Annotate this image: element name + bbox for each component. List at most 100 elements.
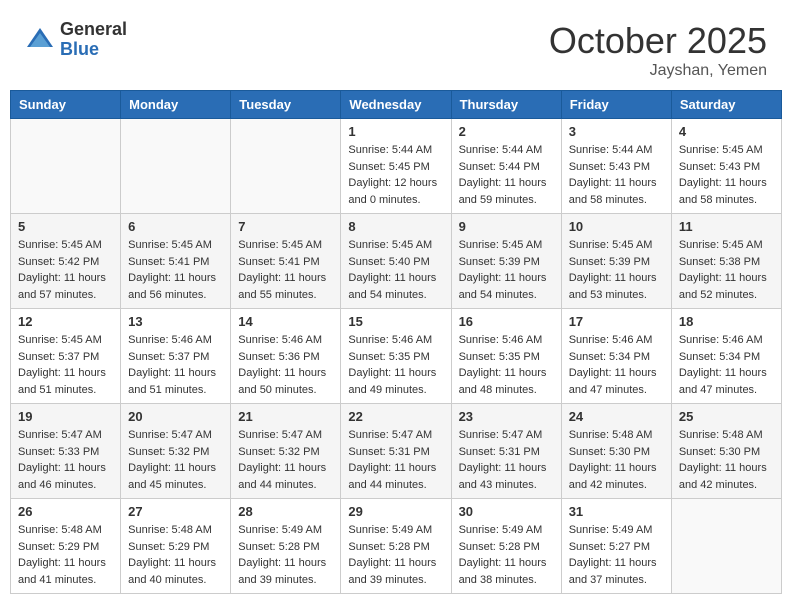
- calendar-cell: 21 Sunrise: 5:47 AMSunset: 5:32 PMDayligh…: [231, 404, 341, 499]
- day-number: 21: [238, 409, 333, 424]
- calendar-header-row: SundayMondayTuesdayWednesdayThursdayFrid…: [11, 91, 782, 119]
- day-number: 5: [18, 219, 113, 234]
- title-section: October 2025 Jayshan, Yemen: [549, 20, 767, 80]
- day-number: 29: [348, 504, 443, 519]
- day-number: 7: [238, 219, 333, 234]
- day-info: Sunrise: 5:45 AMSunset: 5:39 PMDaylight:…: [569, 237, 664, 303]
- day-number: 19: [18, 409, 113, 424]
- logo: General Blue: [25, 20, 127, 60]
- day-number: 12: [18, 314, 113, 329]
- calendar-cell: 7 Sunrise: 5:45 AMSunset: 5:41 PMDaylight…: [231, 214, 341, 309]
- calendar-cell: [231, 119, 341, 214]
- day-info: Sunrise: 5:47 AMSunset: 5:31 PMDaylight:…: [348, 427, 443, 493]
- calendar-cell: 25 Sunrise: 5:48 AMSunset: 5:30 PMDayligh…: [671, 404, 781, 499]
- day-number: 15: [348, 314, 443, 329]
- day-number: 16: [459, 314, 554, 329]
- calendar-cell: 22 Sunrise: 5:47 AMSunset: 5:31 PMDayligh…: [341, 404, 451, 499]
- calendar-cell: 6 Sunrise: 5:45 AMSunset: 5:41 PMDaylight…: [121, 214, 231, 309]
- day-info: Sunrise: 5:49 AMSunset: 5:27 PMDaylight:…: [569, 522, 664, 588]
- calendar-week-row: 26 Sunrise: 5:48 AMSunset: 5:29 PMDayligh…: [11, 499, 782, 594]
- calendar-table: SundayMondayTuesdayWednesdayThursdayFrid…: [10, 90, 782, 594]
- day-number: 28: [238, 504, 333, 519]
- day-number: 14: [238, 314, 333, 329]
- day-number: 18: [679, 314, 774, 329]
- calendar-cell: 2 Sunrise: 5:44 AMSunset: 5:44 PMDaylight…: [451, 119, 561, 214]
- day-number: 6: [128, 219, 223, 234]
- day-info: Sunrise: 5:48 AMSunset: 5:29 PMDaylight:…: [18, 522, 113, 588]
- logo-general-text: General: [60, 20, 127, 40]
- calendar-cell: 16Sunrise: 5:46 AMSunset: 5:35 PMDayligh…: [451, 309, 561, 404]
- logo-blue-text: Blue: [60, 40, 127, 60]
- calendar-week-row: 19 Sunrise: 5:47 AMSunset: 5:33 PMDayligh…: [11, 404, 782, 499]
- calendar-week-row: 5Sunrise: 5:45 AMSunset: 5:42 PMDaylight…: [11, 214, 782, 309]
- day-info: Sunrise: 5:44 AMSunset: 5:44 PMDaylight:…: [459, 142, 554, 208]
- day-info: Sunrise: 5:44 AMSunset: 5:43 PMDaylight:…: [569, 142, 664, 208]
- day-number: 8: [348, 219, 443, 234]
- day-info: Sunrise: 5:45 AMSunset: 5:39 PMDaylight:…: [459, 237, 554, 303]
- day-number: 4: [679, 124, 774, 139]
- day-number: 10: [569, 219, 664, 234]
- calendar-cell: 28 Sunrise: 5:49 AMSunset: 5:28 PMDayligh…: [231, 499, 341, 594]
- calendar-cell: 3 Sunrise: 5:44 AMSunset: 5:43 PMDaylight…: [561, 119, 671, 214]
- day-number: 17: [569, 314, 664, 329]
- calendar-cell: 10 Sunrise: 5:45 AMSunset: 5:39 PMDayligh…: [561, 214, 671, 309]
- page-header: General Blue October 2025 Jayshan, Yemen: [10, 10, 782, 85]
- calendar-cell: [121, 119, 231, 214]
- calendar-cell: 5Sunrise: 5:45 AMSunset: 5:42 PMDaylight…: [11, 214, 121, 309]
- day-info: Sunrise: 5:47 AMSunset: 5:32 PMDaylight:…: [128, 427, 223, 493]
- calendar-cell: [11, 119, 121, 214]
- month-title: October 2025: [549, 20, 767, 62]
- day-info: Sunrise: 5:48 AMSunset: 5:29 PMDaylight:…: [128, 522, 223, 588]
- calendar-cell: 30 Sunrise: 5:49 AMSunset: 5:28 PMDayligh…: [451, 499, 561, 594]
- day-of-week-header: Thursday: [451, 91, 561, 119]
- day-number: 24: [569, 409, 664, 424]
- day-info: Sunrise: 5:44 AMSunset: 5:45 PMDaylight:…: [348, 142, 443, 208]
- day-number: 1: [348, 124, 443, 139]
- day-info: Sunrise: 5:45 AMSunset: 5:40 PMDaylight:…: [348, 237, 443, 303]
- day-info: Sunrise: 5:46 AMSunset: 5:35 PMDaylight:…: [348, 332, 443, 398]
- day-of-week-header: Wednesday: [341, 91, 451, 119]
- day-of-week-header: Sunday: [11, 91, 121, 119]
- calendar-cell: 20 Sunrise: 5:47 AMSunset: 5:32 PMDayligh…: [121, 404, 231, 499]
- day-info: Sunrise: 5:47 AMSunset: 5:33 PMDaylight:…: [18, 427, 113, 493]
- day-info: Sunrise: 5:45 AMSunset: 5:37 PMDaylight:…: [18, 332, 113, 398]
- day-number: 13: [128, 314, 223, 329]
- day-info: Sunrise: 5:45 AMSunset: 5:38 PMDaylight:…: [679, 237, 774, 303]
- calendar-cell: 24 Sunrise: 5:48 AMSunset: 5:30 PMDayligh…: [561, 404, 671, 499]
- day-number: 26: [18, 504, 113, 519]
- calendar-cell: 17 Sunrise: 5:46 AMSunset: 5:34 PMDayligh…: [561, 309, 671, 404]
- day-info: Sunrise: 5:46 AMSunset: 5:34 PMDaylight:…: [679, 332, 774, 398]
- day-info: Sunrise: 5:49 AMSunset: 5:28 PMDaylight:…: [459, 522, 554, 588]
- day-number: 2: [459, 124, 554, 139]
- day-of-week-header: Saturday: [671, 91, 781, 119]
- day-info: Sunrise: 5:48 AMSunset: 5:30 PMDaylight:…: [569, 427, 664, 493]
- calendar-cell: 9Sunrise: 5:45 AMSunset: 5:39 PMDaylight…: [451, 214, 561, 309]
- calendar-cell: 27Sunrise: 5:48 AMSunset: 5:29 PMDayligh…: [121, 499, 231, 594]
- day-info: Sunrise: 5:47 AMSunset: 5:32 PMDaylight:…: [238, 427, 333, 493]
- day-number: 22: [348, 409, 443, 424]
- calendar-cell: 4 Sunrise: 5:45 AMSunset: 5:43 PMDaylight…: [671, 119, 781, 214]
- day-info: Sunrise: 5:49 AMSunset: 5:28 PMDaylight:…: [348, 522, 443, 588]
- day-info: Sunrise: 5:46 AMSunset: 5:34 PMDaylight:…: [569, 332, 664, 398]
- calendar-cell: 8 Sunrise: 5:45 AMSunset: 5:40 PMDaylight…: [341, 214, 451, 309]
- day-info: Sunrise: 5:48 AMSunset: 5:30 PMDaylight:…: [679, 427, 774, 493]
- day-info: Sunrise: 5:45 AMSunset: 5:41 PMDaylight:…: [238, 237, 333, 303]
- day-number: 3: [569, 124, 664, 139]
- calendar-cell: 12 Sunrise: 5:45 AMSunset: 5:37 PMDayligh…: [11, 309, 121, 404]
- calendar-cell: 15 Sunrise: 5:46 AMSunset: 5:35 PMDayligh…: [341, 309, 451, 404]
- day-number: 25: [679, 409, 774, 424]
- day-info: Sunrise: 5:49 AMSunset: 5:28 PMDaylight:…: [238, 522, 333, 588]
- day-number: 31: [569, 504, 664, 519]
- calendar-week-row: 1 Sunrise: 5:44 AMSunset: 5:45 PMDaylight…: [11, 119, 782, 214]
- day-number: 30: [459, 504, 554, 519]
- day-info: Sunrise: 5:45 AMSunset: 5:43 PMDaylight:…: [679, 142, 774, 208]
- day-info: Sunrise: 5:46 AMSunset: 5:36 PMDaylight:…: [238, 332, 333, 398]
- calendar-cell: 13Sunrise: 5:46 AMSunset: 5:37 PMDayligh…: [121, 309, 231, 404]
- day-number: 20: [128, 409, 223, 424]
- day-of-week-header: Friday: [561, 91, 671, 119]
- day-info: Sunrise: 5:45 AMSunset: 5:41 PMDaylight:…: [128, 237, 223, 303]
- calendar-cell: 1 Sunrise: 5:44 AMSunset: 5:45 PMDaylight…: [341, 119, 451, 214]
- day-info: Sunrise: 5:47 AMSunset: 5:31 PMDaylight:…: [459, 427, 554, 493]
- calendar-cell: [671, 499, 781, 594]
- calendar-cell: 29 Sunrise: 5:49 AMSunset: 5:28 PMDayligh…: [341, 499, 451, 594]
